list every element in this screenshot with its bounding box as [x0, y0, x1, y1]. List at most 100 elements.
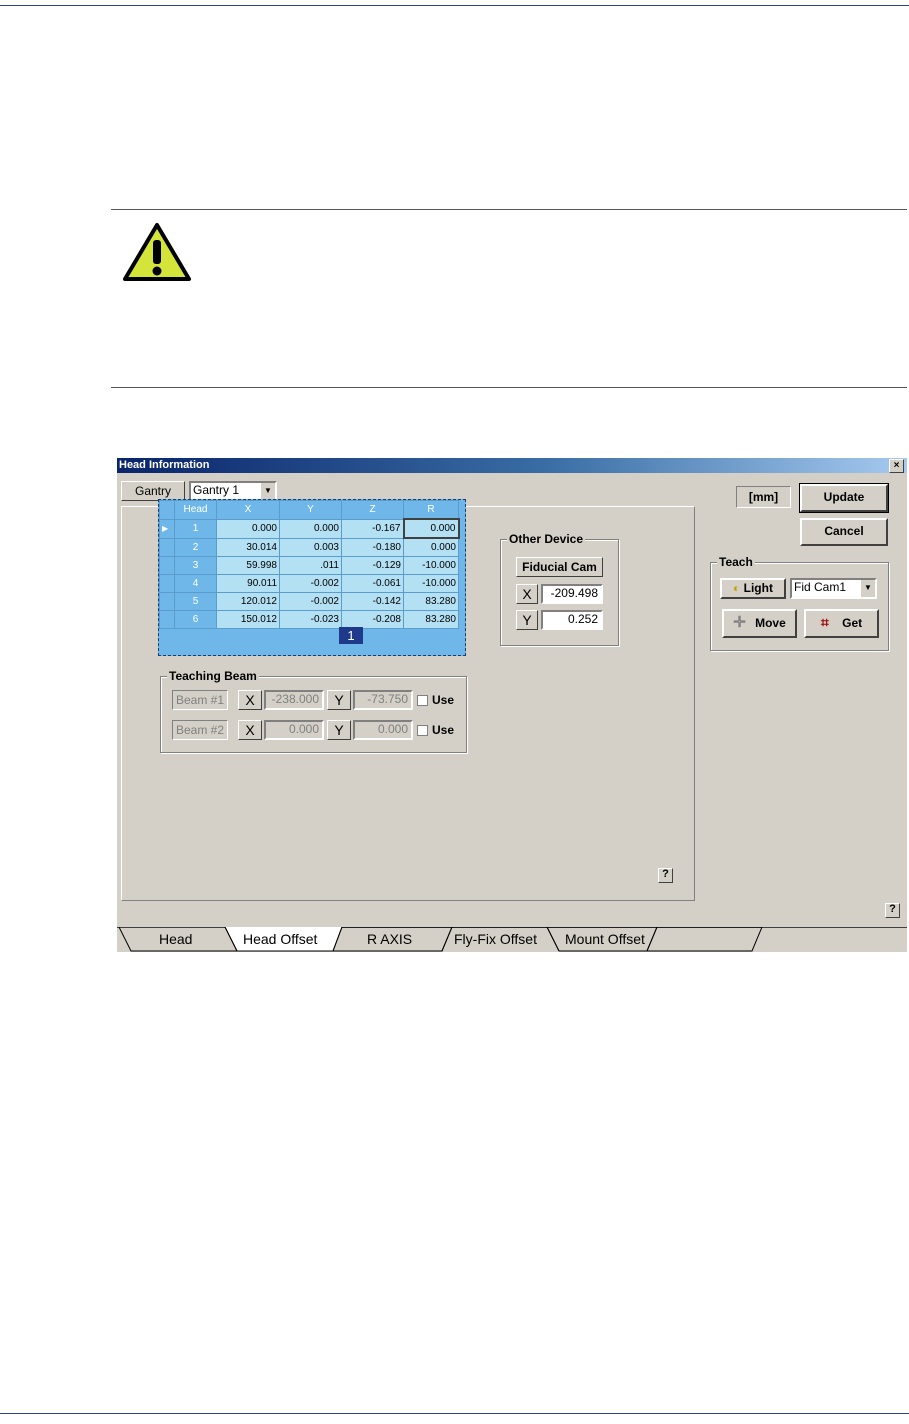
- grid-header-row: Head X Y Z R: [159, 500, 459, 520]
- r-cell[interactable]: 83.280: [403, 592, 459, 611]
- tab-fly-fix-offset[interactable]: Fly-Fix Offset: [454, 931, 537, 947]
- page-top-rule: [0, 5, 909, 6]
- unit-label: [mm]: [736, 486, 791, 508]
- beam-1-use-checkbox[interactable]: [417, 695, 428, 706]
- r-cell[interactable]: -10.000: [403, 556, 459, 575]
- r-cell[interactable]: 83.280: [403, 610, 459, 629]
- beam-1-x-input[interactable]: -238.000: [264, 690, 324, 710]
- offset-table: Head X Y Z R ▶ 1 0.000 0.000 -0.167 0.00…: [159, 500, 460, 629]
- table-row[interactable]: 6 150.012 -0.023 -0.208 83.280: [159, 610, 459, 629]
- dialog-titlebar: Head Information ×: [117, 458, 907, 473]
- warning-bottom-rule: [111, 387, 907, 388]
- col-header-x: X: [216, 500, 280, 520]
- close-button[interactable]: ×: [889, 459, 904, 473]
- callout-marker: 1: [339, 627, 363, 644]
- beam-1-x-label: X: [238, 690, 262, 710]
- head-cell[interactable]: 4: [174, 574, 217, 593]
- col-header-y: Y: [279, 500, 342, 520]
- tab-strip: Head Head Offset R AXIS Fly-Fix Offset M…: [117, 927, 907, 952]
- warning-top-rule: [111, 209, 907, 210]
- z-cell[interactable]: -0.167: [341, 518, 404, 539]
- beam-2-y-input[interactable]: 0.000: [353, 720, 413, 740]
- beam-1-y-input[interactable]: -73.750: [353, 690, 413, 710]
- y-cell[interactable]: -0.023: [279, 610, 342, 629]
- head-cell[interactable]: 1: [174, 518, 217, 539]
- z-cell[interactable]: -0.061: [341, 574, 404, 593]
- beam-2-use-label[interactable]: Use: [432, 723, 454, 737]
- z-cell[interactable]: -0.129: [341, 556, 404, 575]
- teaching-beam-group: Teaching Beam: [160, 669, 467, 753]
- z-cell[interactable]: -0.208: [341, 610, 404, 629]
- tab-head-offset[interactable]: Head Offset: [243, 931, 317, 947]
- r-cell[interactable]: 0.000: [402, 518, 460, 539]
- beam-2-x-input[interactable]: 0.000: [264, 720, 324, 740]
- head-cell[interactable]: 6: [174, 610, 217, 629]
- beam-1-y-label: Y: [327, 690, 351, 710]
- dialog-help-button[interactable]: ?: [885, 903, 900, 918]
- y-cell[interactable]: -0.002: [279, 574, 342, 593]
- table-row[interactable]: 5 120.012 -0.002 -0.142 83.280: [159, 592, 459, 611]
- x-cell[interactable]: 120.012: [216, 592, 280, 611]
- head-cell[interactable]: 5: [174, 592, 217, 611]
- r-cell[interactable]: 0.000: [403, 537, 459, 557]
- row-indicator: [159, 610, 175, 629]
- tab-mount-offset[interactable]: Mount Offset: [565, 931, 645, 947]
- y-cell[interactable]: -0.002: [279, 592, 342, 611]
- col-header-z: Z: [341, 500, 404, 520]
- light-button[interactable]: ◐ Light: [720, 578, 786, 599]
- panel-help-button[interactable]: ?: [658, 868, 673, 883]
- camera-select-value: Fid Cam1: [794, 580, 847, 594]
- gantry-label: Gantry: [121, 481, 185, 501]
- chevron-down-icon[interactable]: ▼: [260, 483, 275, 499]
- beam-2-use-checkbox[interactable]: [417, 725, 428, 736]
- move-arrows-icon: ✛: [733, 614, 746, 631]
- beam-2-label: Beam #2: [172, 720, 228, 740]
- y-cell[interactable]: 0.003: [279, 537, 342, 557]
- x-cell[interactable]: 90.011: [216, 574, 280, 593]
- beam-2-y-label: Y: [327, 720, 351, 740]
- x-cell[interactable]: 59.998: [216, 556, 280, 575]
- row-indicator: [159, 556, 175, 575]
- z-cell[interactable]: -0.180: [341, 537, 404, 557]
- get-coordinate-icon: ⌗: [820, 614, 829, 630]
- head-cell[interactable]: 3: [174, 556, 217, 575]
- camera-select[interactable]: Fid Cam1 ▼: [790, 578, 877, 599]
- x-cell[interactable]: 150.012: [216, 610, 280, 629]
- y-cell[interactable]: 0.000: [279, 518, 342, 539]
- gantry-select[interactable]: Gantry 1 ▼: [189, 481, 277, 501]
- fid-y-input[interactable]: 0.252: [541, 610, 603, 630]
- row-indicator: [159, 574, 175, 593]
- x-cell[interactable]: 30.014: [216, 537, 280, 557]
- gantry-select-value: Gantry 1: [193, 483, 240, 497]
- beam-1-use-label[interactable]: Use: [432, 693, 454, 707]
- fid-x-input[interactable]: -209.498: [541, 584, 603, 604]
- update-button[interactable]: Update: [799, 483, 889, 513]
- chevron-down-icon[interactable]: ▼: [860, 580, 875, 597]
- page-bottom-rule: [0, 1413, 909, 1414]
- cancel-button[interactable]: Cancel: [800, 518, 888, 546]
- tab-head[interactable]: Head: [159, 931, 192, 947]
- move-button[interactable]: ✛ Move: [722, 609, 797, 638]
- get-button[interactable]: ⌗ Get: [804, 609, 879, 638]
- move-button-label: Move: [755, 616, 786, 630]
- r-cell[interactable]: -10.000: [403, 574, 459, 593]
- get-button-label: Get: [842, 616, 863, 630]
- fiducial-cam-label: Fiducial Cam: [516, 557, 603, 577]
- table-row[interactable]: 3 59.998 .011 -0.129 -10.000: [159, 556, 459, 575]
- tab-r-axis[interactable]: R AXIS: [367, 931, 412, 947]
- col-header-head: Head: [174, 500, 217, 520]
- y-cell[interactable]: .011: [279, 556, 342, 575]
- other-device-title: Other Device: [507, 532, 586, 546]
- fid-y-label: Y: [516, 610, 538, 630]
- offset-grid[interactable]: Head X Y Z R ▶ 1 0.000 0.000 -0.167 0.00…: [158, 499, 466, 656]
- fid-x-label: X: [516, 584, 538, 604]
- table-row[interactable]: 4 90.011 -0.002 -0.061 -10.000: [159, 574, 459, 593]
- z-cell[interactable]: -0.142: [341, 592, 404, 611]
- table-row[interactable]: ▶ 1 0.000 0.000 -0.167 0.000: [159, 518, 460, 539]
- row-indicator-icon: ▶: [159, 518, 175, 539]
- head-cell[interactable]: 2: [174, 537, 217, 557]
- beam-1-label: Beam #1: [172, 690, 228, 710]
- grid-corner: [159, 500, 175, 520]
- x-cell[interactable]: 0.000: [216, 518, 280, 539]
- table-row[interactable]: 2 30.014 0.003 -0.180 0.000: [159, 537, 459, 557]
